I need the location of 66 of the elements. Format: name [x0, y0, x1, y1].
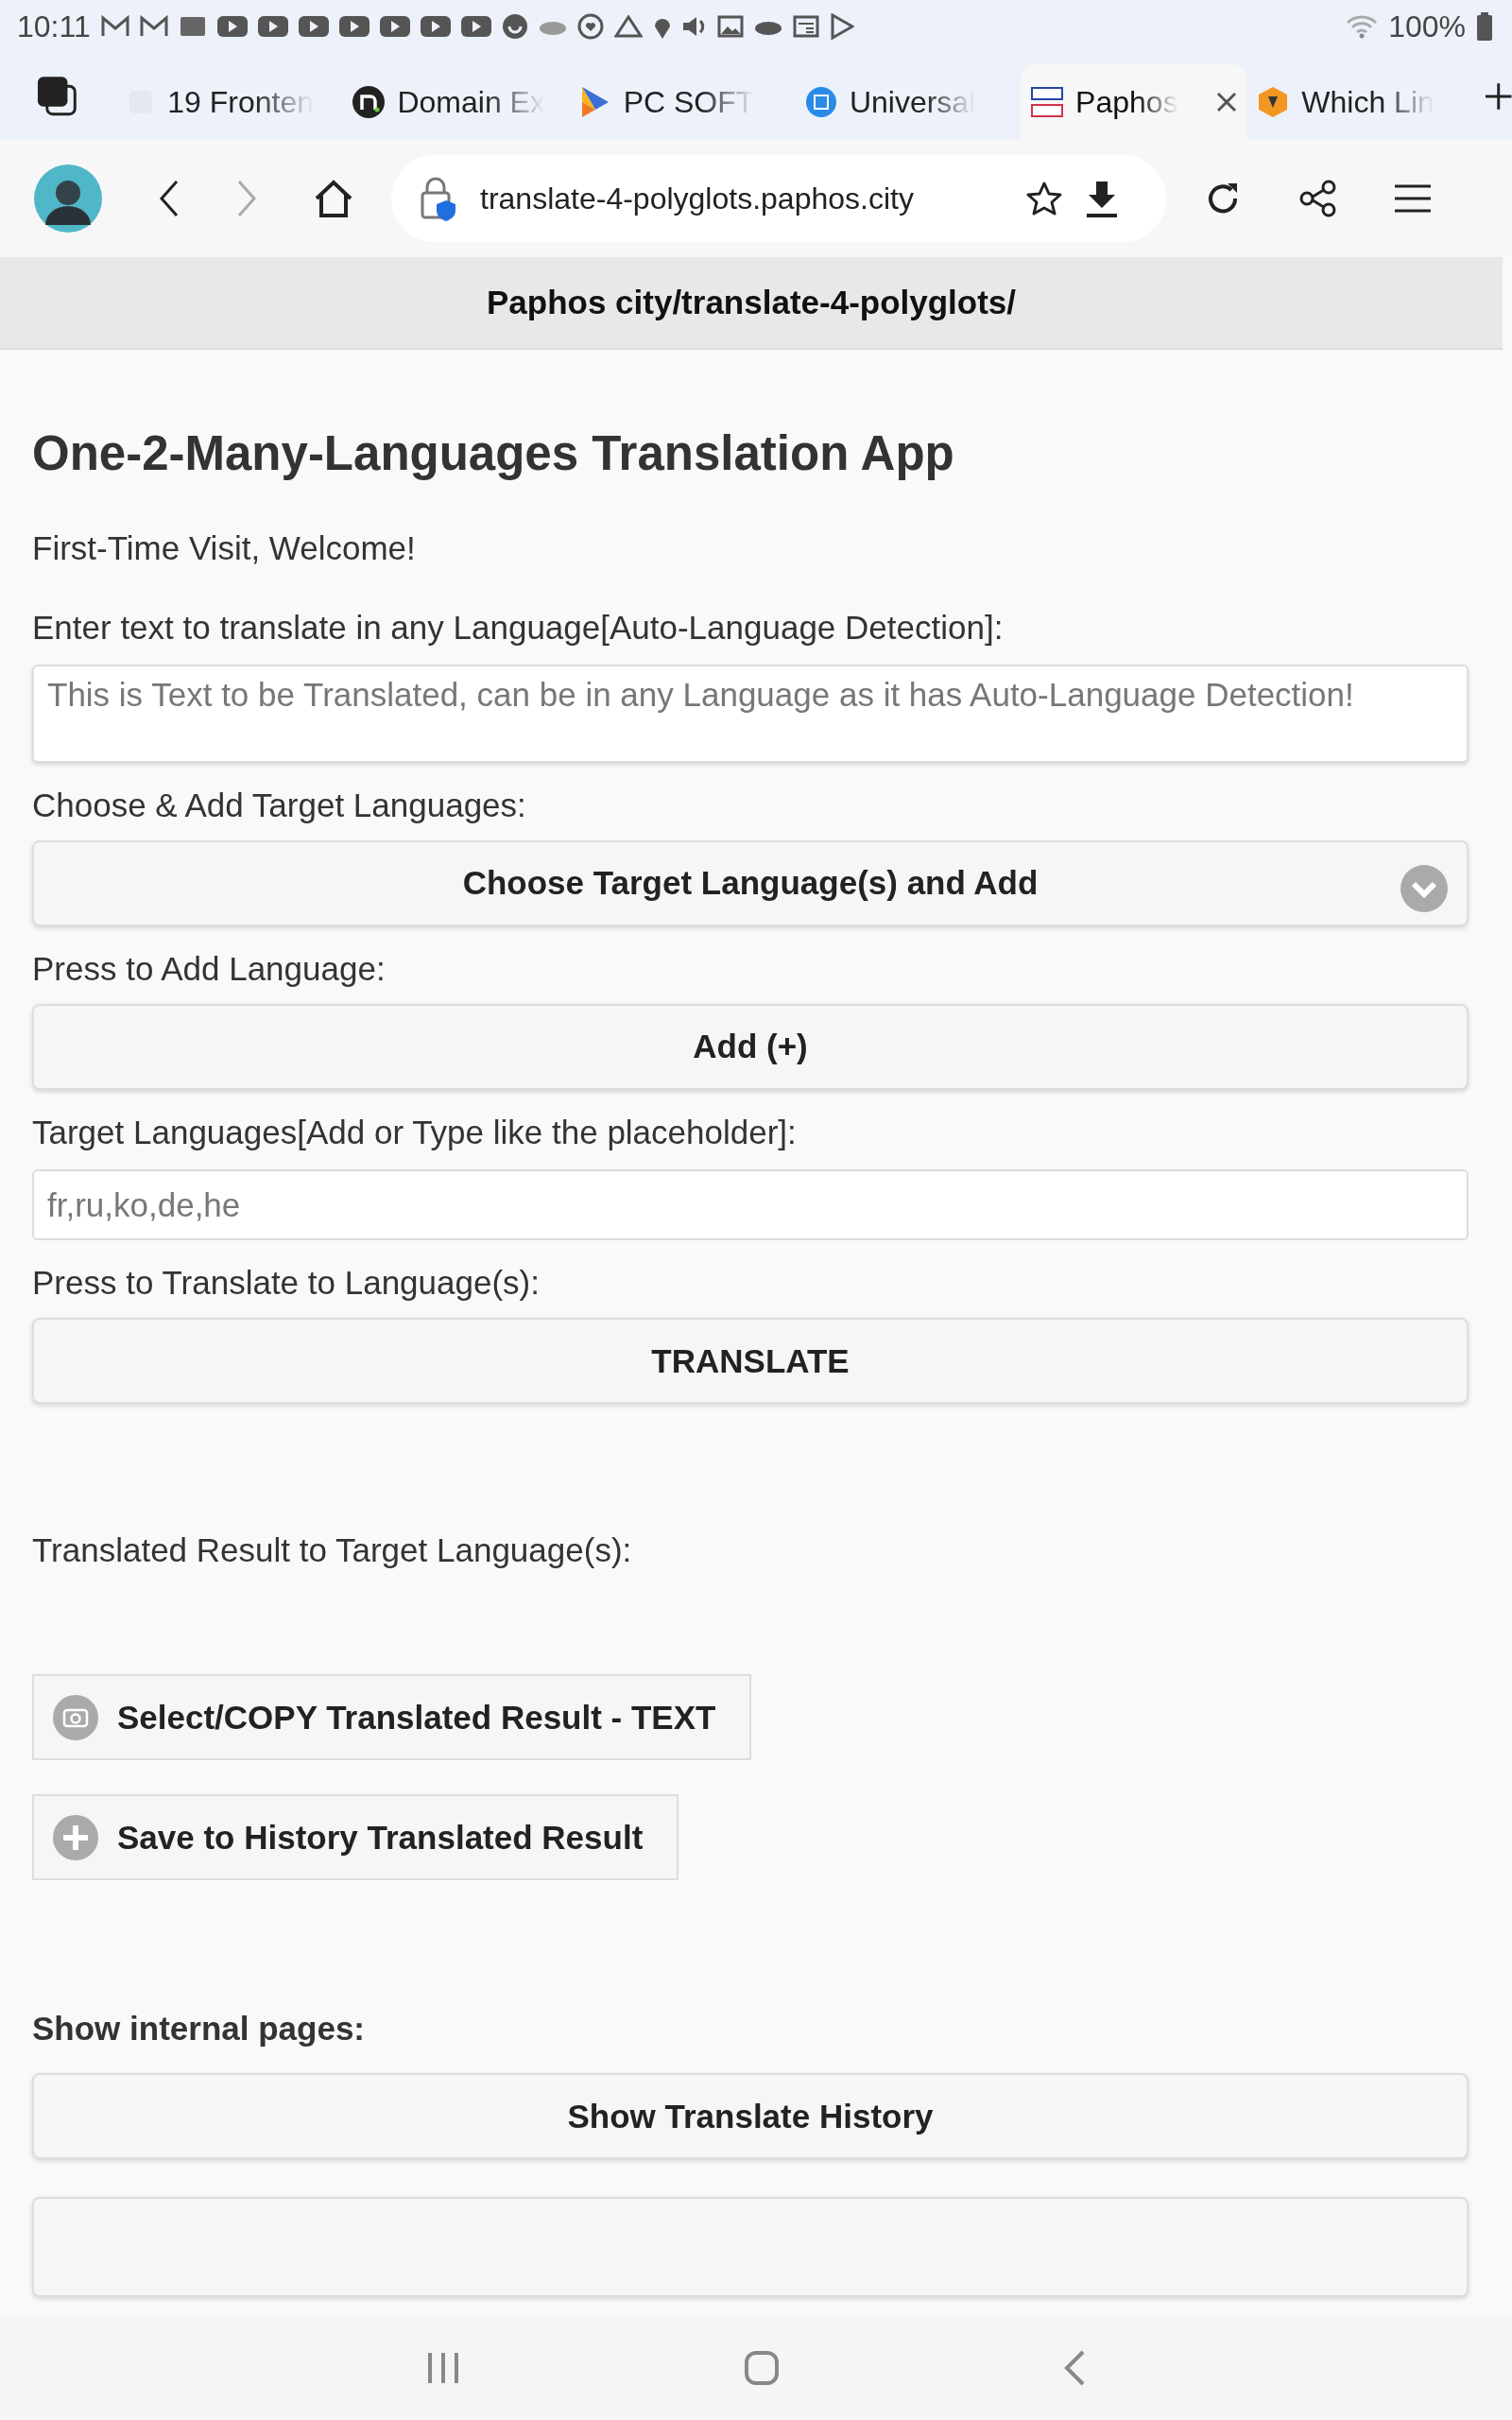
browser-tab[interactable]: Universal — [794, 64, 1022, 140]
play-icon — [420, 15, 451, 38]
tab-overview-icon[interactable] — [36, 75, 79, 118]
field-label: Press to Add Language: — [32, 948, 387, 989]
volume-icon — [681, 15, 707, 38]
mail-icon — [100, 15, 129, 38]
action-button[interactable]: Save to History Translated Result — [32, 1794, 679, 1880]
drive-icon — [613, 15, 643, 38]
welcome-text: First-Time Visit, Welcome! — [32, 528, 417, 568]
field-label: Choose & Add Target Languages: — [32, 785, 527, 825]
battery-icon — [1476, 12, 1493, 41]
home-icon[interactable] — [314, 180, 353, 217]
download-icon[interactable] — [1085, 180, 1119, 217]
section-heading: Show internal pages: — [32, 2008, 366, 2048]
status-time: 10:11 — [17, 9, 91, 44]
play-icon — [338, 15, 369, 38]
text-input-area[interactable]: This is Text to be Translated, can be in any Language as it has Auto-Language Detection! — [32, 665, 1469, 763]
share-icon[interactable] — [1298, 179, 1338, 218]
action-button[interactable]: Add (+) — [32, 1003, 1469, 1090]
field-label: Press to Translate to Language(s): — [32, 1263, 541, 1304]
battery-percent: 100% — [1388, 9, 1466, 44]
language-select[interactable]: Choose Target Language(s) and Add — [32, 839, 1469, 926]
address-field[interactable]: translate-4-polyglots.paphos.city — [391, 155, 1166, 242]
browser-tab[interactable]: Domain Ex — [342, 64, 569, 140]
lock-icon — [420, 176, 457, 221]
play-store-icon — [829, 13, 854, 40]
browser-tab[interactable]: 19 Fronten — [116, 64, 343, 140]
play-icon — [216, 15, 248, 38]
play-icon — [257, 15, 288, 38]
recent-apps-icon[interactable] — [426, 2351, 460, 2385]
camera-icon — [53, 1694, 98, 1740]
play-icon — [379, 15, 410, 38]
field-label: Enter text to translate in any Language[Auto-Language Detection]: — [32, 608, 1005, 648]
browser-tab[interactable]: PC SOFT — [568, 64, 795, 140]
home-button-icon[interactable] — [744, 2350, 780, 2386]
action-button[interactable]: TRANSLATE — [32, 1318, 1469, 1405]
action-button[interactable]: Show Translate History — [32, 2072, 1469, 2160]
play-icon — [298, 15, 329, 38]
action-button[interactable]: Select/COPY Translated Result - TEXT — [32, 1674, 752, 1761]
n-logo — [352, 85, 387, 119]
browser-tab[interactable]: Which Lin — [1246, 64, 1473, 140]
cube-logo — [803, 85, 838, 119]
plus-icon — [53, 1814, 98, 1860]
heart-ring-icon — [576, 13, 604, 40]
languages-input[interactable]: fr,ru,ko,de,he — [32, 1168, 1469, 1241]
bookmark-star-icon[interactable] — [1026, 181, 1062, 216]
result-label: Translated Result to Target Language(s): — [32, 1530, 633, 1571]
chevron-down-icon — [1400, 864, 1448, 912]
browser-tab[interactable]: Paphos — [1021, 64, 1247, 140]
site-path: Paphos city/translate-4-polyglots/ — [486, 284, 1017, 321]
image-icon — [716, 15, 744, 38]
play-icon — [460, 15, 491, 38]
field-label: Target Languages[Add or Type like the placeholder]: — [32, 1112, 798, 1152]
app-title: One-2-Many-Languages Translation App — [32, 425, 955, 481]
app-icon — [178, 15, 207, 38]
menu-icon[interactable] — [1395, 184, 1431, 213]
back-icon[interactable] — [159, 180, 180, 217]
back-button-icon[interactable] — [1063, 2350, 1086, 2386]
mail-icon — [139, 15, 168, 38]
speech-bubbles-logo — [1030, 85, 1065, 119]
newspaper-icon — [792, 15, 819, 38]
avatar-icon[interactable] — [34, 164, 102, 233]
new-tab-icon[interactable] — [1484, 82, 1512, 111]
wifi-icon — [1346, 14, 1379, 39]
close-icon[interactable] — [1216, 92, 1238, 112]
smile-icon — [501, 13, 528, 40]
